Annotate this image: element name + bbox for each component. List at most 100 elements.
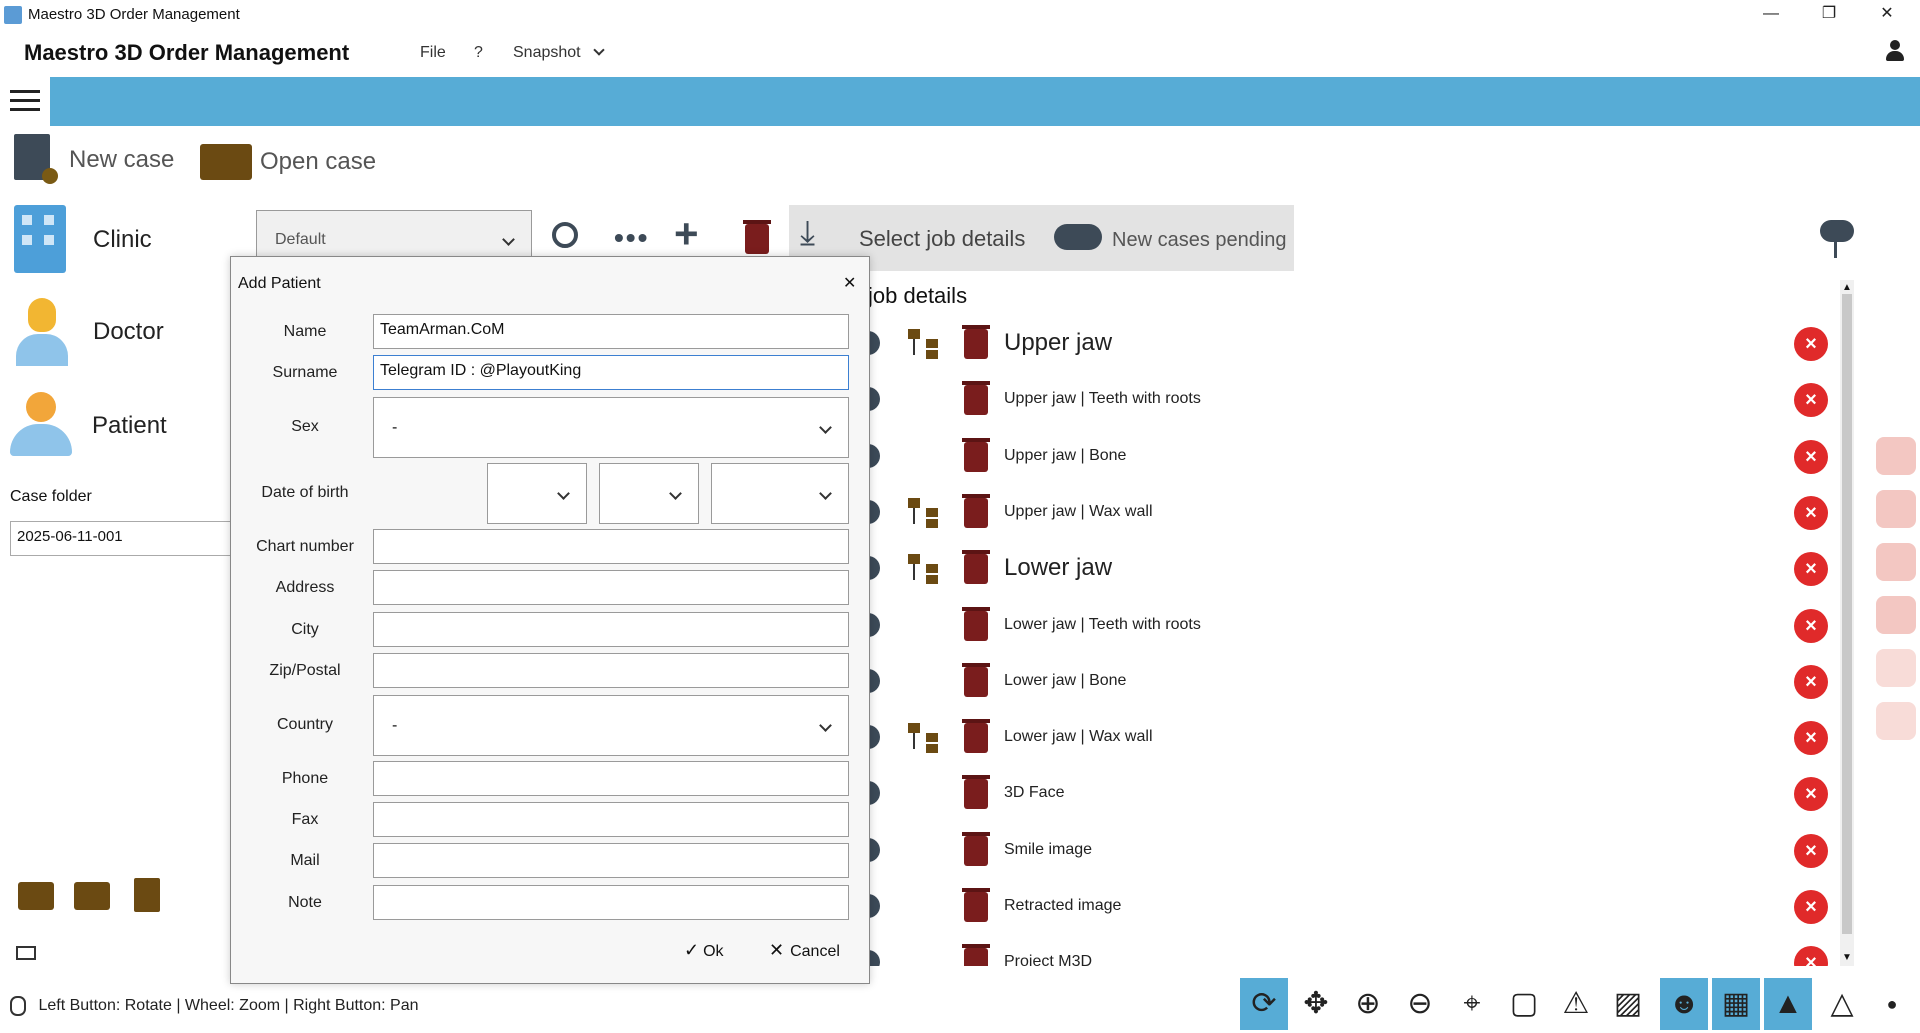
dob-month-select[interactable] (599, 463, 699, 524)
delete-clinic-icon[interactable] (743, 220, 771, 254)
pan-tool-icon[interactable]: ✥ (1292, 978, 1340, 1030)
dialog-close-button[interactable]: ✕ (843, 273, 856, 293)
gum-lower-view-icon[interactable] (1876, 702, 1916, 740)
remove-item-button[interactable]: × (1794, 664, 1828, 699)
view-box-icon[interactable]: ▢ (1500, 978, 1548, 1030)
remove-item-button[interactable]: × (1794, 608, 1828, 643)
remove-item-button[interactable]: × (1794, 890, 1828, 924)
menu-file[interactable]: File (420, 44, 446, 62)
open-case-button[interactable]: Open case (200, 140, 380, 184)
new-case-button[interactable]: New case (14, 134, 186, 184)
tree-structure-icon[interactable] (908, 329, 940, 359)
delete-item-icon[interactable] (962, 831, 990, 866)
lower-teeth-view-icon[interactable] (1876, 596, 1916, 634)
export-folder-icon[interactable] (18, 882, 54, 910)
zoom-out-icon[interactable]: ⊖ (1396, 978, 1444, 1030)
remove-item-button[interactable]: × (1794, 552, 1828, 587)
new-cases-pending-button[interactable]: New cases pending (1054, 210, 1294, 266)
job-row[interactable]: Upper jaw | Teeth with roots × (860, 377, 1840, 423)
address-input[interactable] (373, 570, 849, 605)
job-row[interactable]: Lower jaw | Wax wall × (860, 715, 1840, 761)
remove-item-button[interactable]: × (1794, 721, 1828, 756)
delete-item-icon[interactable] (962, 944, 990, 966)
case-folder-input[interactable]: 2025-06-11-001 (10, 521, 232, 556)
job-row[interactable]: Retracted image × (860, 884, 1840, 930)
dob-year-select[interactable] (711, 463, 849, 524)
cancel-button[interactable]: ✕ Cancel (769, 940, 840, 961)
name-input[interactable]: TeamArman.CoM (373, 314, 849, 349)
point-icon[interactable]: ● (1868, 978, 1916, 1030)
center-target-icon[interactable]: ⌖ (1448, 978, 1496, 1030)
job-row[interactable]: Upper jaw | Wax wall × (860, 490, 1840, 536)
remove-item-button[interactable]: × (1794, 327, 1828, 361)
restore-button[interactable]: ❐ (1800, 0, 1858, 30)
search-icon[interactable] (552, 222, 578, 248)
job-row[interactable]: Lower jaw | Teeth with roots × (860, 603, 1840, 649)
delete-item-icon[interactable] (962, 775, 990, 810)
job-row[interactable]: Smile image × (860, 828, 1840, 874)
scroll-thumb[interactable] (1842, 294, 1852, 934)
menu-snapshot[interactable]: Snapshot (513, 44, 605, 62)
job-row[interactable]: Project M3D × (860, 940, 1840, 966)
city-input[interactable] (373, 612, 849, 647)
delete-item-icon[interactable] (962, 437, 990, 472)
grid-icon[interactable]: ▦ (1712, 978, 1760, 1030)
rotate-tool-icon[interactable]: ⟳ (1240, 978, 1288, 1030)
phone-input[interactable] (373, 761, 849, 796)
delete-item-icon[interactable] (962, 888, 990, 922)
image-icon[interactable]: ▨ (1604, 978, 1652, 1030)
outline-triangle-icon[interactable]: △ (1818, 978, 1866, 1030)
scroll-down-arrow[interactable]: ▼ (1842, 952, 1852, 963)
cloud-download-icon[interactable] (1820, 220, 1854, 242)
upper-teeth-view-icon[interactable] (1876, 543, 1916, 581)
surname-input[interactable]: Telegram ID : @PlayoutKing (373, 355, 849, 390)
remove-item-button[interactable]: × (1794, 946, 1828, 966)
remove-item-button[interactable]: × (1794, 439, 1828, 474)
zip-file-icon[interactable] (134, 878, 160, 912)
job-row[interactable]: 3D Face × (860, 771, 1840, 817)
zoom-in-icon[interactable]: ⊕ (1344, 978, 1392, 1030)
gum-upper-view-icon[interactable] (1876, 649, 1916, 687)
ok-button[interactable]: ✓ Ok (684, 940, 724, 961)
job-row[interactable]: Upper jaw | Bone × (860, 434, 1840, 480)
fax-input[interactable] (373, 802, 849, 837)
collapse-panel-icon[interactable] (16, 946, 36, 960)
close-window-button[interactable]: ✕ (1858, 0, 1916, 30)
delete-item-icon[interactable] (962, 325, 990, 359)
delete-item-icon[interactable] (962, 606, 990, 641)
job-row[interactable]: Lower jaw | Bone × (860, 659, 1840, 705)
chart-number-input[interactable] (373, 529, 849, 564)
face-profile-icon[interactable]: ☻ (1660, 978, 1708, 1030)
country-select[interactable]: - (373, 695, 849, 756)
delete-item-icon[interactable] (962, 381, 990, 416)
tree-structure-icon[interactable] (908, 554, 940, 585)
open-mouth-view-icon[interactable] (1876, 490, 1916, 528)
delete-item-icon[interactable] (962, 550, 990, 585)
minimize-button[interactable]: — (1742, 0, 1800, 30)
scroll-up-arrow[interactable]: ▲ (1842, 282, 1852, 293)
dob-day-select[interactable] (487, 463, 587, 524)
delete-item-icon[interactable] (962, 662, 990, 697)
note-input[interactable] (373, 885, 849, 920)
remove-item-button[interactable]: × (1794, 495, 1828, 530)
hamburger-menu-icon[interactable] (10, 90, 40, 114)
wireframe-icon[interactable]: ⚠ (1552, 978, 1600, 1030)
zip-input[interactable] (373, 653, 849, 688)
delete-item-icon[interactable] (962, 493, 990, 528)
vertical-scrollbar[interactable]: ▲ ▼ (1840, 280, 1854, 966)
job-row[interactable]: Upper jaw × (860, 321, 1840, 367)
job-row[interactable]: Lower jaw × (860, 546, 1840, 592)
search-folder-icon[interactable] (74, 882, 110, 910)
upper-jaw-view-icon[interactable] (1876, 437, 1916, 475)
tree-structure-icon[interactable] (908, 497, 940, 528)
menu-help[interactable]: ? (474, 44, 483, 62)
remove-item-button[interactable]: × (1794, 777, 1828, 812)
solid-triangle-icon[interactable]: ▲ (1764, 978, 1812, 1030)
mail-input[interactable] (373, 843, 849, 878)
delete-item-icon[interactable] (962, 719, 990, 754)
more-icon[interactable]: ••• (614, 222, 649, 254)
add-icon[interactable]: + (674, 210, 699, 258)
tree-structure-icon[interactable] (908, 723, 940, 754)
remove-item-button[interactable]: × (1794, 383, 1828, 418)
remove-item-button[interactable]: × (1794, 833, 1828, 868)
